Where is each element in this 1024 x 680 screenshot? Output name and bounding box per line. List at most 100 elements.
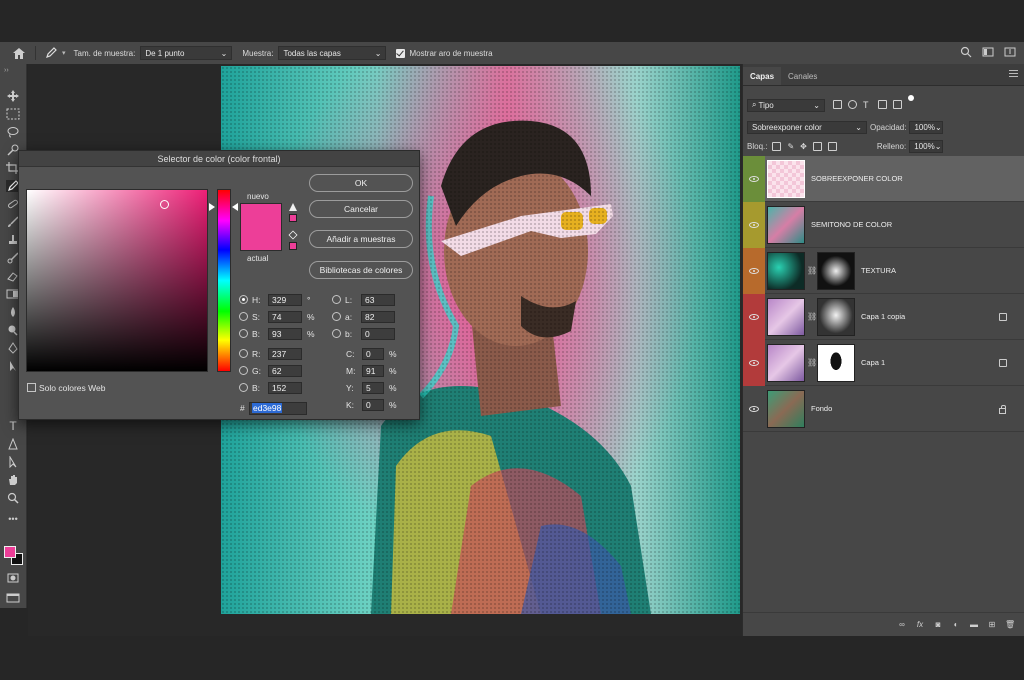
opacity-input[interactable]: 100% ⌄ xyxy=(909,120,944,134)
cyan-input[interactable]: 0 xyxy=(362,347,384,360)
pen-tool-icon-2[interactable] xyxy=(6,438,20,450)
sample-size-select[interactable]: De 1 punto ⌄ xyxy=(140,46,233,60)
lab-l-radio[interactable] xyxy=(332,295,341,304)
web-colors-only-checkbox[interactable] xyxy=(27,383,36,392)
brightness-input[interactable]: 93 xyxy=(268,327,302,340)
saturation-input[interactable]: 74 xyxy=(268,310,302,323)
layer-thumbnail[interactable] xyxy=(767,389,805,428)
search-icon[interactable] xyxy=(960,46,972,58)
panel-menu-icon[interactable] xyxy=(1009,70,1018,77)
hex-input[interactable]: ed3e98 xyxy=(249,402,307,415)
layer-name[interactable]: Capa 1 xyxy=(861,358,885,367)
layer-name[interactable]: TEXTURA xyxy=(861,266,896,275)
ok-button[interactable]: OK xyxy=(309,174,413,192)
layer-thumbnail[interactable] xyxy=(767,159,805,198)
layer-name[interactable]: Capa 1 copia xyxy=(861,312,905,321)
add-to-swatches-button[interactable]: Añadir a muestras xyxy=(309,230,413,248)
link-icon[interactable]: ⛓ xyxy=(807,266,817,275)
web-safe-cube-icon[interactable] xyxy=(288,230,298,240)
add-mask-icon[interactable]: ◙ xyxy=(933,620,943,630)
layer-visibility-toggle[interactable] xyxy=(743,201,765,248)
red-radio[interactable] xyxy=(239,349,248,358)
zoom-tool-icon[interactable] xyxy=(6,492,20,504)
share-icon[interactable] xyxy=(1004,46,1016,58)
layer-row[interactable]: SOBREEXPONER COLOR xyxy=(743,155,1024,202)
type-filter-icon[interactable]: T xyxy=(863,100,872,110)
layer-visibility-toggle[interactable] xyxy=(743,339,765,386)
hue-slider-left-arrow-icon[interactable] xyxy=(209,203,215,211)
layer-thumbnail[interactable] xyxy=(767,205,805,244)
move-tool-icon[interactable] xyxy=(6,90,20,102)
layer-thumbnail[interactable] xyxy=(767,343,805,382)
layer-mask-thumbnail[interactable] xyxy=(817,251,855,290)
fx-icon[interactable]: fx xyxy=(915,620,925,630)
hue-radio[interactable] xyxy=(239,295,248,304)
shape-filter-icon[interactable] xyxy=(878,100,887,109)
tool-preset-chevron-icon[interactable]: ▾ xyxy=(62,49,66,57)
lock-icon[interactable] xyxy=(999,405,1006,414)
layer-visibility-toggle[interactable] xyxy=(743,386,765,432)
blue-input[interactable]: 152 xyxy=(268,381,302,394)
layer-mask-thumbnail[interactable] xyxy=(817,343,855,382)
layer-visibility-toggle[interactable] xyxy=(743,293,765,340)
eyedropper-tool-icon[interactable] xyxy=(44,47,58,59)
black-input[interactable]: 0 xyxy=(362,398,384,411)
lock-transparency-icon[interactable] xyxy=(772,141,782,151)
marquee-tool-icon[interactable] xyxy=(6,108,20,120)
blue-radio[interactable] xyxy=(239,383,248,392)
layer-name[interactable]: SOBREEXPONER COLOR xyxy=(811,174,903,183)
collapse-icon[interactable]: ›› xyxy=(4,67,9,74)
hand-tool-icon[interactable] xyxy=(6,474,20,486)
lock-position-icon[interactable]: ✥ xyxy=(800,142,807,151)
brightness-radio[interactable] xyxy=(239,329,248,338)
show-ring-checkbox[interactable] xyxy=(396,48,406,58)
filter-toggle-icon[interactable] xyxy=(908,95,914,101)
lasso-tool-icon[interactable] xyxy=(6,126,20,138)
out-of-gamut-warning-icon[interactable] xyxy=(289,203,297,211)
link-icon[interactable]: ⛓ xyxy=(807,312,817,321)
hue-input[interactable]: 329 xyxy=(268,293,302,306)
layer-mask-thumbnail[interactable] xyxy=(817,297,855,336)
layer-visibility-toggle[interactable] xyxy=(743,247,765,294)
sample-select[interactable]: Todas las capas ⌄ xyxy=(278,46,387,60)
workspace-icon[interactable] xyxy=(982,46,994,58)
gamut-swatch[interactable] xyxy=(289,214,297,222)
group-folder-icon[interactable]: ▬ xyxy=(969,620,979,630)
green-radio[interactable] xyxy=(239,366,248,375)
trash-icon[interactable]: 🗑 xyxy=(1005,620,1015,630)
new-layer-icon[interactable]: ⊞ xyxy=(987,620,997,630)
hue-slider-right-arrow-icon[interactable] xyxy=(232,203,238,211)
type-tool-icon[interactable]: T xyxy=(6,420,20,432)
layer-row[interactable]: ⛓ Capa 1 copia xyxy=(743,293,1024,340)
layer-row[interactable]: ⛓ Capa 1 xyxy=(743,339,1024,386)
selection-arrow-icon[interactable] xyxy=(6,456,20,468)
layer-row[interactable]: ⛓ TEXTURA xyxy=(743,247,1024,294)
layer-thumbnail[interactable] xyxy=(767,297,805,336)
layer-row[interactable]: Fondo xyxy=(743,386,1024,432)
layer-name[interactable]: SEMITONO DE COLOR xyxy=(811,220,892,229)
smart-object-filter-icon[interactable] xyxy=(893,100,902,109)
red-input[interactable]: 237 xyxy=(268,347,302,360)
hue-slider[interactable] xyxy=(217,189,231,372)
lab-b-input[interactable]: 0 xyxy=(361,327,395,340)
layer-thumbnail[interactable] xyxy=(767,251,805,290)
cancel-button[interactable]: Cancelar xyxy=(309,200,413,218)
home-icon[interactable] xyxy=(11,46,27,60)
layer-name[interactable]: Fondo xyxy=(811,404,832,413)
lock-artboard-icon[interactable] xyxy=(812,141,822,151)
layer-filter-select[interactable]: ⌕ Tipo ⌄ xyxy=(747,98,825,112)
tab-layers[interactable]: Capas xyxy=(743,67,782,85)
image-filter-icon[interactable] xyxy=(833,100,842,109)
magenta-input[interactable]: 91 xyxy=(362,364,384,377)
screen-mode-icon[interactable] xyxy=(6,592,20,604)
link-icon[interactable]: ⛓ xyxy=(807,358,817,367)
adjustment-layer-icon[interactable]: ◐ xyxy=(951,620,961,630)
color-libraries-button[interactable]: Bibliotecas de colores xyxy=(309,261,413,279)
lab-a-radio[interactable] xyxy=(332,312,341,321)
tab-channels[interactable]: Canales xyxy=(781,67,824,85)
green-input[interactable]: 62 xyxy=(268,364,302,377)
layer-visibility-toggle[interactable] xyxy=(743,155,765,202)
web-safe-swatch[interactable] xyxy=(289,242,297,250)
blend-mode-select[interactable]: Sobreexponer color ⌄ xyxy=(747,120,867,134)
fill-input[interactable]: 100% ⌄ xyxy=(909,139,944,153)
